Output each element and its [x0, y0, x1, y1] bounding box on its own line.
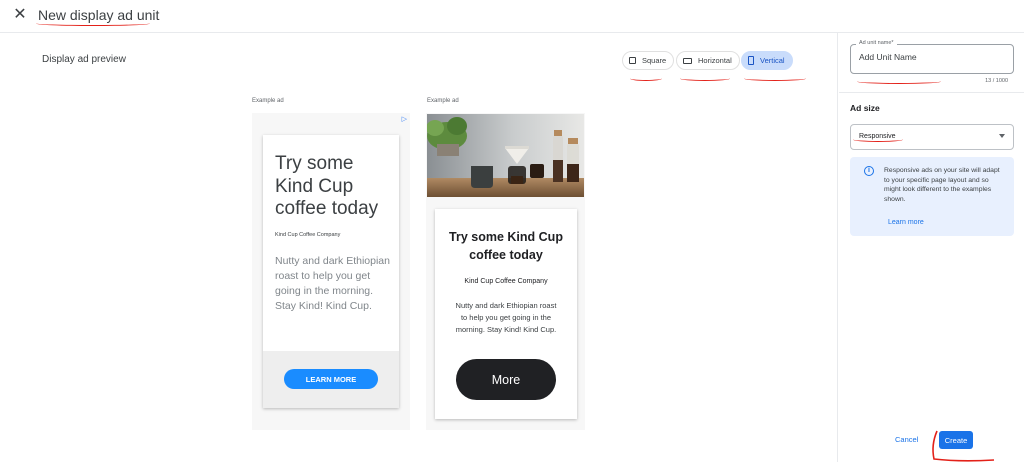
cancel-button[interactable]: Cancel: [895, 435, 918, 444]
ad-card: Try some Kind Cup coffee today Kind Cup …: [435, 209, 577, 419]
ad-size-heading: Ad size: [850, 103, 880, 113]
annotation-underline: [857, 79, 941, 84]
chevron-down-icon: [999, 134, 1005, 138]
info-text: Responsive ads on your site will adapt t…: [884, 167, 1000, 203]
vertical-rect-icon: [748, 56, 754, 65]
horizontal-option-button[interactable]: Horizontal: [676, 51, 740, 70]
ad-unit-name-input[interactable]: [859, 52, 1007, 62]
coffee-brewing-photo: [427, 114, 584, 197]
ad-body: Nutty and dark Ethiopian roast to help y…: [275, 255, 390, 312]
annotation-underline: [744, 76, 806, 81]
adchoices-icon[interactable]: ▷: [402, 115, 407, 123]
learn-more-link[interactable]: Learn more: [888, 219, 924, 226]
annotation-underline: [853, 137, 903, 142]
example-ad-vertical-image: Try some Kind Cup coffee today Kind Cup …: [426, 113, 585, 430]
ad-body: Nutty and dark Ethiopian roast to help y…: [455, 301, 557, 334]
vertical-option-button[interactable]: Vertical: [741, 51, 793, 70]
settings-panel: Ad unit name* 13 / 1000 Ad size Responsi…: [839, 33, 1024, 462]
preview-label: Display ad preview: [42, 54, 126, 65]
square-option-button[interactable]: Square: [622, 51, 675, 70]
annotation-underline: [630, 76, 662, 81]
example-ad-label: Example ad: [252, 98, 284, 104]
square-option-label: Square: [642, 56, 667, 65]
annotation-mark: [932, 430, 995, 462]
ad-headline: Try some Kind Cup coffee today: [449, 230, 563, 262]
annotation-underline: [36, 21, 150, 26]
ad-card: Try some Kind Cup coffee today Kind Cup …: [263, 135, 399, 408]
preview-area: Display ad preview Square Horizontal Ver…: [0, 33, 838, 462]
learn-more-ad-button[interactable]: LEARN MORE: [284, 369, 378, 389]
square-icon: [629, 57, 636, 64]
horizontal-rect-icon: [683, 57, 692, 64]
ad-company: Kind Cup Coffee Company: [464, 278, 548, 285]
more-ad-button[interactable]: More: [456, 359, 556, 400]
ad-unit-name-label: Ad unit name*: [856, 40, 897, 46]
info-banner: i Responsive ads on your site will adapt…: [850, 157, 1014, 236]
horizontal-option-label: Horizontal: [698, 56, 732, 65]
char-counter: 13 / 1000: [985, 78, 1008, 84]
example-ad-vertical-text: ▷ Try some Kind Cup coffee today Kind Cu…: [252, 113, 410, 430]
example-ad-label: Example ad: [427, 98, 459, 104]
ad-company: Kind Cup Coffee Company: [275, 232, 341, 238]
annotation-underline: [680, 76, 730, 81]
ad-footer: LEARN MORE: [263, 351, 399, 408]
divider: [839, 92, 1024, 93]
close-icon[interactable]: ✕: [12, 7, 28, 23]
ad-unit-name-field[interactable]: Ad unit name*: [850, 40, 1014, 74]
top-bar: ✕ New display ad unit: [0, 0, 1024, 33]
ad-headline: Try some Kind Cup coffee today: [275, 153, 379, 219]
info-icon: i: [864, 166, 874, 176]
vertical-option-label: Vertical: [760, 56, 785, 65]
